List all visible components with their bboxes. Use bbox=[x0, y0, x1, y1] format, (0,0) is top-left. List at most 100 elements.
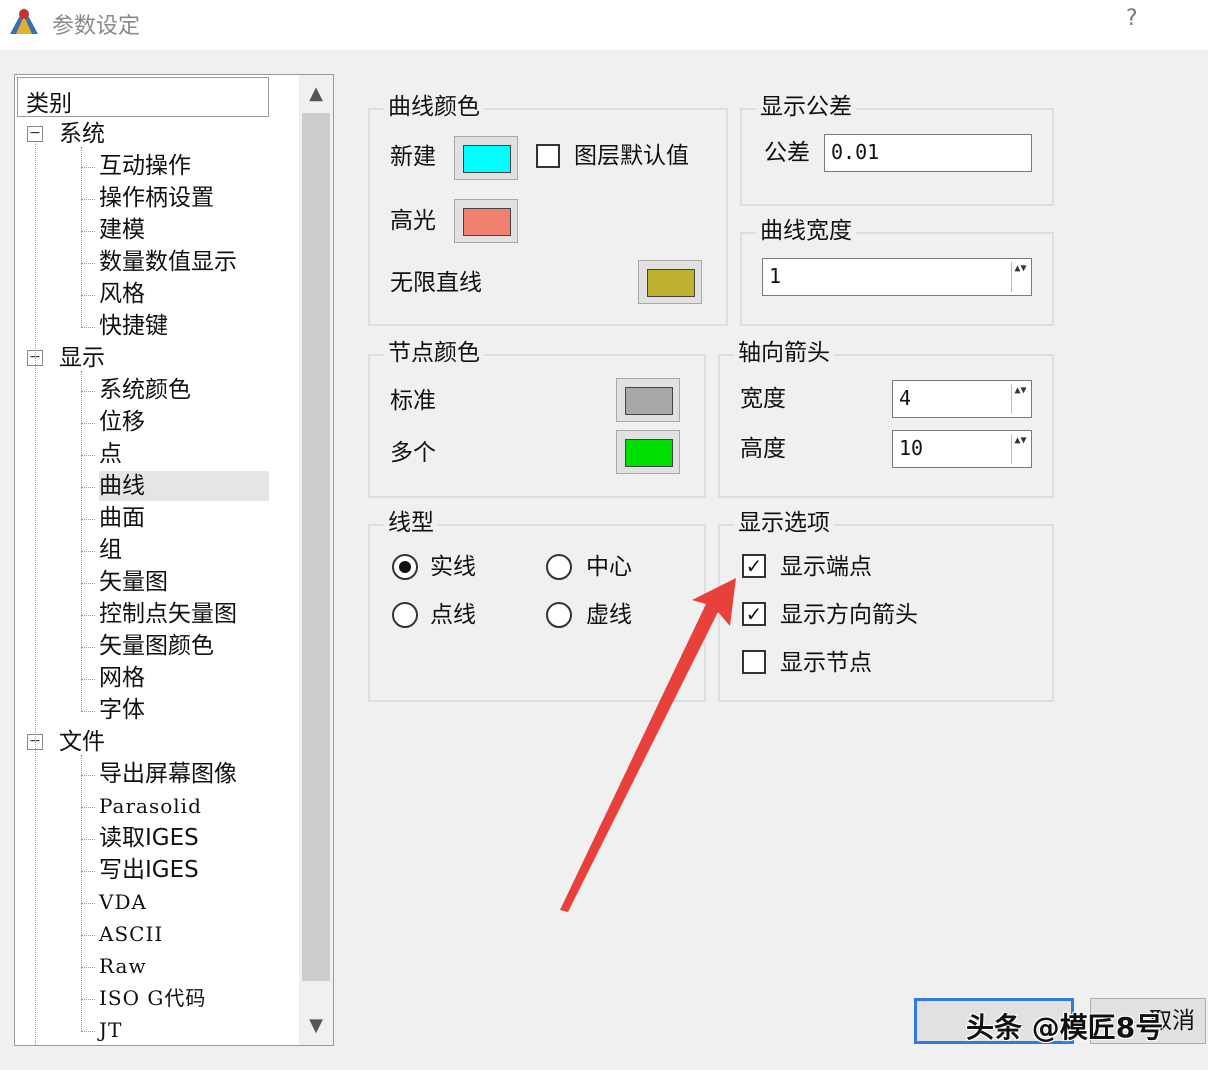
title-bar: 参数设定 ? bbox=[0, 0, 1208, 50]
tolerance-title: 显示公差 bbox=[756, 92, 856, 122]
solid-line-radio[interactable] bbox=[392, 554, 418, 580]
curve-width-spinner-icon[interactable]: ▲▼ bbox=[1011, 262, 1029, 292]
show-nodes-checkbox[interactable] bbox=[742, 650, 766, 674]
tree-scrollbar[interactable]: ▲ ▼ bbox=[299, 75, 333, 1045]
new-color-swatch bbox=[463, 145, 511, 173]
show-direction-arrow-checkbox[interactable]: ✓ bbox=[742, 602, 766, 626]
tree-category[interactable]: 系统 bbox=[59, 119, 105, 149]
dashed-line-radio[interactable] bbox=[546, 602, 572, 628]
center-line-label: 中心 bbox=[586, 554, 632, 580]
tree-item[interactable]: ASCII bbox=[99, 919, 163, 949]
tree-item[interactable]: 建模 bbox=[99, 215, 145, 245]
tree-item[interactable]: 网格 bbox=[99, 663, 145, 693]
tree-connector bbox=[81, 327, 95, 328]
show-nodes-label: 显示节点 bbox=[780, 650, 872, 676]
tree-item[interactable]: 读取IGES bbox=[99, 823, 199, 853]
tree-connector bbox=[81, 147, 82, 327]
dotted-line-radio[interactable] bbox=[392, 602, 418, 628]
layer-default-label: 图层默认值 bbox=[574, 143, 689, 169]
tree-item[interactable]: 位移 bbox=[99, 407, 145, 437]
tree-item[interactable]: 控制点矢量图 bbox=[99, 599, 237, 629]
arrow-width-value: 4 bbox=[899, 386, 912, 410]
new-color-button[interactable] bbox=[454, 136, 518, 180]
node-color-group bbox=[368, 354, 706, 498]
tree-connector bbox=[81, 487, 95, 488]
tree-item[interactable]: JT bbox=[99, 1015, 122, 1045]
display-options-title: 显示选项 bbox=[734, 508, 834, 538]
tree-item[interactable]: 点 bbox=[99, 439, 122, 469]
tolerance-input[interactable]: 0.01 bbox=[824, 134, 1032, 172]
node-color-title: 节点颜色 bbox=[384, 338, 484, 368]
tree-connector bbox=[81, 903, 95, 904]
tree-expander-icon[interactable]: − bbox=[27, 126, 43, 142]
tree-connector bbox=[81, 755, 82, 1031]
line-type-title: 线型 bbox=[384, 508, 438, 538]
tree-item[interactable]: 组 bbox=[99, 535, 122, 565]
tree-item[interactable]: 操作柄设置 bbox=[99, 183, 214, 213]
tree-item[interactable]: 互动操作 bbox=[99, 151, 191, 181]
tree-item[interactable]: Parasolid bbox=[99, 791, 202, 821]
tree-connector bbox=[81, 615, 95, 616]
infinite-line-color-button[interactable] bbox=[638, 260, 702, 304]
tree-connector bbox=[81, 371, 82, 711]
arrow-width-input[interactable]: 4 ▲▼ bbox=[892, 380, 1032, 418]
solid-line-label: 实线 bbox=[430, 554, 476, 580]
tree-item[interactable]: Raw bbox=[99, 951, 147, 981]
curve-width-input[interactable]: 1 ▲▼ bbox=[762, 258, 1032, 296]
tree-connector bbox=[81, 167, 95, 168]
highlight-color-button[interactable] bbox=[454, 199, 518, 243]
tolerance-label: 公差 bbox=[764, 140, 810, 166]
infinite-line-label: 无限直线 bbox=[390, 270, 482, 296]
tree-item[interactable]: 数量数值显示 bbox=[99, 247, 237, 277]
tree-item[interactable]: 快捷键 bbox=[99, 311, 168, 341]
tree-item[interactable]: 曲面 bbox=[99, 503, 145, 533]
tree-item[interactable]: VDA bbox=[99, 887, 147, 917]
layer-default-checkbox[interactable] bbox=[536, 144, 560, 168]
category-tree[interactable]: 类别 − 系统 互动操作 操作柄设置 建模 数量数值显示 风格 快捷键 − 显示 系统颜色 位移点曲线… bbox=[14, 74, 334, 1046]
tree-connector bbox=[81, 391, 95, 392]
show-endpoints-checkbox[interactable]: ✓ bbox=[742, 554, 766, 578]
scrollbar-thumb[interactable] bbox=[302, 113, 330, 981]
standard-node-color-button[interactable] bbox=[616, 378, 680, 422]
tree-item[interactable]: 字体 bbox=[99, 695, 145, 725]
scroll-down-icon[interactable]: ▼ bbox=[305, 1015, 327, 1037]
tree-connector bbox=[81, 711, 95, 712]
tree-connector bbox=[81, 967, 95, 968]
arrow-height-label: 高度 bbox=[740, 436, 786, 462]
axis-arrow-title: 轴向箭头 bbox=[734, 338, 834, 368]
tree-item[interactable]: 曲线 bbox=[99, 471, 269, 501]
tree-connector bbox=[81, 647, 95, 648]
curve-color-title: 曲线颜色 bbox=[384, 92, 484, 122]
tree-connector bbox=[81, 775, 95, 776]
arrow-height-spinner-icon[interactable]: ▲▼ bbox=[1011, 434, 1029, 464]
highlight-color-label: 高光 bbox=[390, 208, 436, 234]
show-direction-arrow-label: 显示方向箭头 bbox=[780, 602, 918, 628]
tree-connector bbox=[81, 519, 95, 520]
tree-item[interactable]: 风格 bbox=[99, 279, 145, 309]
center-line-radio[interactable] bbox=[546, 554, 572, 580]
arrow-height-input[interactable]: 10 ▲▼ bbox=[892, 430, 1032, 468]
curve-width-title: 曲线宽度 bbox=[756, 216, 856, 246]
tree-connector bbox=[81, 807, 95, 808]
tree-item[interactable]: 系统颜色 bbox=[99, 375, 191, 405]
tree-item[interactable]: 矢量图颜色 bbox=[99, 631, 214, 661]
tree-connector bbox=[81, 999, 95, 1000]
tree-connector bbox=[81, 583, 95, 584]
line-type-group bbox=[368, 524, 706, 702]
multiple-node-label: 多个 bbox=[390, 440, 436, 466]
tree-header: 类别 bbox=[17, 77, 269, 117]
tree-item[interactable]: 写出IGES bbox=[99, 855, 199, 885]
multiple-node-color-button[interactable] bbox=[616, 430, 680, 474]
help-button[interactable]: ? bbox=[1126, 6, 1138, 31]
app-logo-icon bbox=[10, 8, 38, 34]
tree-category[interactable]: 显示 bbox=[59, 343, 105, 373]
tree-item[interactable]: 导出屏幕图像 bbox=[99, 759, 237, 789]
infinite-line-color-swatch bbox=[647, 269, 695, 297]
tree-item[interactable]: ISO G代码 bbox=[99, 983, 206, 1013]
tree-connector bbox=[81, 935, 95, 936]
tree-item[interactable]: 矢量图 bbox=[99, 567, 168, 597]
tree-connector bbox=[81, 423, 95, 424]
arrow-width-spinner-icon[interactable]: ▲▼ bbox=[1011, 384, 1029, 414]
tree-category[interactable]: 文件 bbox=[59, 727, 105, 757]
scroll-up-icon[interactable]: ▲ bbox=[305, 83, 327, 105]
